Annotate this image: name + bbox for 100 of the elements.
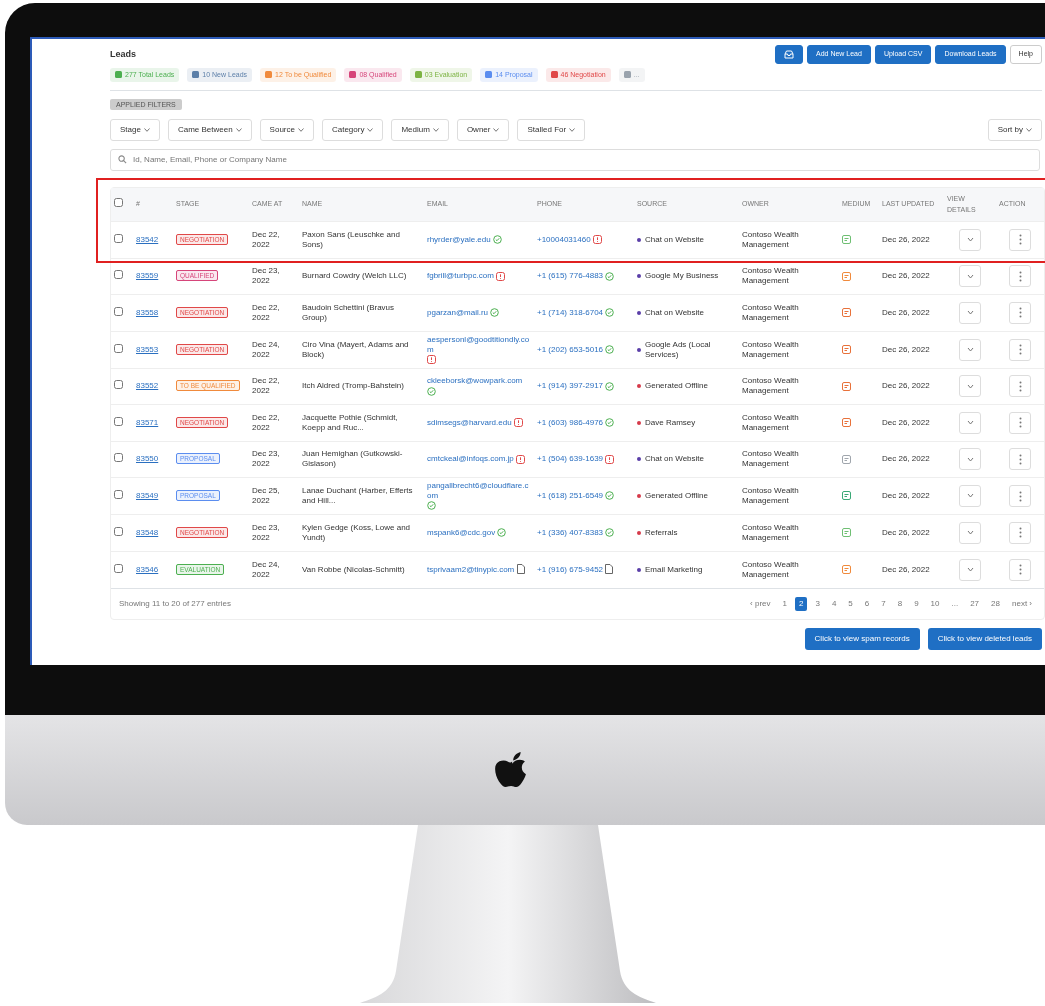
select-all-checkbox[interactable] — [114, 198, 123, 208]
page-link[interactable]: 27 — [966, 596, 984, 611]
lead-name: Itch Aldred (Tromp-Bahstein) — [302, 381, 404, 391]
more-actions-button[interactable] — [1009, 301, 1031, 324]
filter-dropdown[interactable]: Stalled For — [517, 119, 586, 141]
lead-id-link[interactable]: 83549 — [136, 491, 159, 501]
page-link[interactable]: ... — [947, 596, 963, 611]
row-checkbox[interactable] — [114, 343, 123, 353]
row-checkbox[interactable] — [114, 453, 123, 463]
row-checkbox[interactable] — [114, 270, 123, 280]
row-checkbox[interactable] — [114, 380, 123, 390]
view-button[interactable] — [959, 411, 981, 434]
lead-name: Baudoin Schettini (Bravus Group) — [302, 302, 395, 322]
lead-id-link[interactable]: 83559 — [136, 271, 159, 282]
filter-dropdown[interactable]: Source — [259, 119, 314, 141]
phone-link[interactable]: +1 (504) 639-1639 — [537, 454, 604, 465]
page-link[interactable]: 2 — [794, 596, 808, 611]
email-link[interactable]: pangallbrecht6@cloudflare.com — [427, 481, 531, 501]
more-actions-button[interactable] — [1009, 448, 1031, 471]
inbox-button[interactable] — [775, 45, 803, 64]
more-actions-button[interactable] — [1009, 485, 1031, 507]
filter-dropdown[interactable]: Owner — [456, 119, 510, 141]
phone-link[interactable]: +1 (914) 397-2917 — [537, 381, 604, 392]
phone-link[interactable]: +1 (202) 653-5016 — [537, 344, 604, 355]
search-field[interactable]: Id, Name, Email, Phone or Company Name — [110, 149, 1040, 171]
row-checkbox[interactable] — [114, 416, 123, 426]
date-text: Dec 22, 2022 — [252, 376, 280, 396]
row-checkbox[interactable] — [114, 490, 123, 499]
view-button[interactable] — [959, 521, 981, 544]
phone-link[interactable]: +10004031460 — [537, 234, 591, 245]
email-link[interactable]: fgbrill@turbpc.com — [427, 271, 494, 282]
source-text: Google My Business — [645, 271, 719, 282]
email-link[interactable]: tsprivaam2@tinypic.com — [427, 564, 515, 575]
lead-id-link[interactable]: 83553 — [136, 344, 159, 355]
more-actions-button[interactable] — [1009, 558, 1031, 581]
page-link[interactable]: ‹ prev — [746, 596, 775, 611]
phone-link[interactable]: +1 (615) 776-4883 — [537, 271, 604, 282]
page-link[interactable]: next › — [1008, 596, 1036, 611]
more-vertical-icon — [1018, 490, 1022, 502]
filter-dropdown[interactable]: Category — [321, 119, 384, 141]
email-link[interactable]: aespersonl@goodtitiondly.com — [427, 334, 531, 355]
action-button[interactable]: Click to view spam records — [804, 627, 920, 650]
date-text: Dec 23, 2022 — [252, 266, 280, 286]
page-link[interactable]: 3 — [811, 596, 824, 611]
row-checkbox[interactable] — [114, 526, 123, 536]
page-link[interactable]: 8 — [893, 596, 907, 611]
view-button[interactable] — [959, 448, 981, 471]
view-button[interactable] — [959, 338, 981, 361]
more-actions-button[interactable] — [1009, 265, 1031, 288]
date-text: Dec 26, 2022 — [882, 344, 930, 354]
page-link[interactable]: 6 — [860, 596, 874, 611]
lead-id-link[interactable]: 83542 — [136, 234, 159, 245]
sort-dropdown[interactable]: Sort by — [987, 119, 1042, 141]
page-link[interactable]: 10 — [926, 596, 944, 611]
view-button[interactable] — [959, 375, 981, 398]
row-checkbox[interactable] — [114, 233, 123, 243]
email-link[interactable]: ckleeborsk@wowpark.com — [427, 376, 523, 387]
more-actions-button[interactable] — [1009, 411, 1031, 434]
more-actions-button[interactable] — [1009, 338, 1031, 361]
date-text: Dec 26, 2022 — [882, 381, 930, 391]
lead-id-link[interactable]: 83546 — [136, 564, 159, 575]
page-link[interactable]: 7 — [877, 596, 890, 611]
phone-link[interactable]: +1 (603) 986-4976 — [537, 417, 604, 428]
email-link[interactable]: cmtckeal@infoqs.com.jp — [427, 454, 514, 465]
filter-dropdown[interactable]: Medium — [391, 119, 449, 141]
more-actions-button[interactable] — [1009, 375, 1031, 398]
lead-name: Ciro Vina (Mayert, Adams and Block) — [302, 339, 409, 359]
page-link[interactable]: 9 — [910, 596, 923, 611]
page-link[interactable]: 4 — [827, 596, 841, 611]
email-link[interactable]: mspank6@cdc.gov — [427, 527, 496, 538]
page-link[interactable]: 1 — [778, 596, 791, 611]
phone-link[interactable]: +1 (336) 407-8383 — [537, 527, 604, 538]
lead-id-link[interactable]: 83558 — [136, 307, 159, 318]
page-link[interactable]: 28 — [987, 596, 1004, 611]
view-button[interactable] — [959, 558, 981, 581]
view-button[interactable] — [959, 485, 981, 507]
more-actions-button[interactable] — [1009, 228, 1031, 251]
more-vertical-icon — [1018, 453, 1022, 465]
filter-dropdown[interactable]: Came Between — [167, 119, 252, 141]
lead-name: Juan Hemighan (Gutkowski-Gislason) — [302, 449, 403, 469]
row-checkbox[interactable] — [114, 563, 123, 573]
owner-text: Contoso Wealth Management — [742, 449, 799, 469]
lead-id-link[interactable]: 83548 — [136, 527, 159, 538]
phone-link[interactable]: +1 (916) 675-9452 — [537, 564, 604, 575]
phone-link[interactable]: +1 (618) 251-6549 — [537, 491, 604, 501]
view-button[interactable] — [959, 228, 981, 251]
action-button[interactable]: Click to view deleted leads — [927, 627, 1042, 650]
email-link[interactable]: sdimsegs@harvard.edu — [427, 417, 512, 428]
lead-id-link[interactable]: 83550 — [136, 454, 159, 465]
email-link[interactable]: pgarzan@mail.ru — [427, 307, 489, 318]
view-button[interactable] — [959, 265, 981, 288]
email-link[interactable]: rhyrder@yale.edu — [427, 234, 491, 245]
page-link[interactable]: 5 — [844, 596, 857, 611]
row-checkbox[interactable] — [114, 306, 123, 316]
filter-dropdown[interactable]: Stage — [110, 119, 160, 141]
lead-id-link[interactable]: 83571 — [136, 417, 159, 428]
view-button[interactable] — [959, 301, 981, 324]
more-actions-button[interactable] — [1009, 521, 1031, 544]
lead-id-link[interactable]: 83552 — [136, 381, 159, 392]
phone-link[interactable]: +1 (714) 318-6704 — [537, 307, 604, 318]
